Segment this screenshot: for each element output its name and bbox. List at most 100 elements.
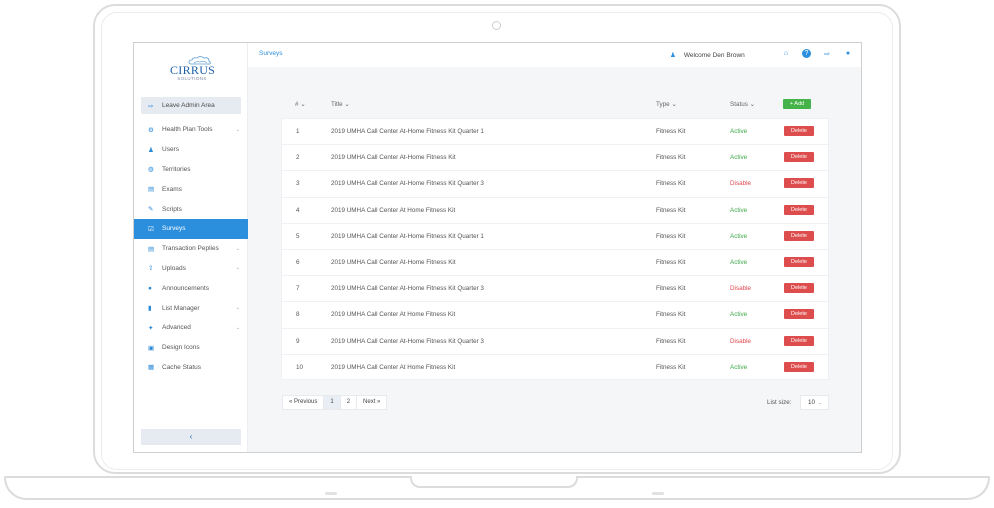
table-row[interactable]: 6 2019 UMHA Call Center At-Home Fitness K… (282, 250, 828, 277)
page-button[interactable]: 1 (323, 395, 341, 410)
row-title: 2019 UMHA Call Center At-Home Fitness Ki… (331, 154, 456, 162)
info-icon[interactable]: ● (843, 50, 853, 57)
sidebar-item-label: Announcements (162, 284, 209, 292)
sidebar-item-transaction-peplies[interactable]: ▤ Transaction Peplies ⌄ (134, 239, 248, 259)
row-number: 9 (296, 337, 300, 345)
chevron-down-icon: ⌄ (235, 324, 240, 331)
delete-button[interactable]: Delete (784, 283, 814, 294)
row-number: 5 (296, 232, 300, 240)
delete-button[interactable]: Delete (784, 361, 814, 372)
help-icon[interactable]: ? (802, 49, 811, 58)
info-icon: ● (148, 284, 152, 292)
laptop-notch (410, 476, 578, 488)
sidebar-item-surveys[interactable]: ☑ Surveys (134, 218, 248, 239)
globe-icon: ◍ (148, 166, 154, 174)
row-title: 2019 UMHA Call Center At Home Fitness Ki… (331, 311, 456, 319)
sidebar-item-design-icons[interactable]: ▣ Design Icons (134, 338, 248, 358)
row-title: 2019 UMHA Call Center At-Home Fitness Ki… (331, 285, 484, 293)
row-status: Active (730, 258, 748, 266)
topbar-icons: ⌂ ? ⇨ ● (781, 49, 861, 58)
column-header-status[interactable]: Status ⌄ (730, 101, 755, 108)
row-status: Active (730, 154, 748, 162)
sidebar-item-scripts[interactable]: ✎ Scripts (134, 199, 248, 219)
row-type: Fitness Kit (656, 154, 686, 162)
breadcrumb[interactable]: Surveys (259, 50, 282, 57)
chevron-down-icon: ⌄ (235, 265, 240, 272)
row-status: Disable (730, 180, 751, 188)
sidebar-item-health-plan-tools[interactable]: ⚙ Health Plan Tools ⌄ (134, 120, 248, 140)
list-size-select[interactable]: 10 ⌄ (800, 395, 829, 410)
sidebar-item-advanced[interactable]: ✦ Advanced ⌄ (134, 318, 248, 338)
row-title: 2019 UMHA Call Center At-Home Fitness Ki… (331, 180, 484, 188)
row-type: Fitness Kit (656, 180, 686, 188)
sidebar-item-label: Users (162, 146, 179, 154)
sidebar-item-list-manager[interactable]: ▮ List Manager ⌄ (134, 298, 248, 318)
delete-button[interactable]: Delete (784, 204, 814, 215)
sidebar-item-cache-status[interactable]: ▦ Cache Status (134, 358, 248, 378)
table-row[interactable]: 9 2019 UMHA Call Center At-Home Fitness K… (282, 329, 828, 355)
table-row[interactable]: 2 2019 UMHA Call Center At-Home Fitness K… (282, 145, 828, 172)
row-number: 4 (296, 206, 300, 214)
table-row[interactable]: 7 2019 UMHA Call Center At-Home Fitness K… (282, 276, 828, 303)
logo[interactable]: CIRRUS SOLUTIONS (170, 55, 215, 83)
delete-button[interactable]: Delete (784, 126, 814, 136)
sidebar-item-announcements[interactable]: ● Announcements (134, 278, 248, 298)
column-header-num[interactable]: # ⌄ (295, 101, 306, 108)
table-row[interactable]: 3 2019 UMHA Call Center At-Home Fitness K… (282, 171, 828, 198)
row-title: 2019 UMHA Call Center At-Home Fitness Ki… (331, 232, 484, 240)
laptop-foot (325, 492, 337, 495)
collapse-sidebar-button[interactable]: ‹ (141, 429, 241, 445)
survey-icon: ☑ (148, 225, 154, 233)
sidebar-item-uploads[interactable]: ⇪ Uploads ⌄ (134, 259, 248, 279)
row-number: 3 (296, 180, 300, 188)
row-number: 7 (296, 285, 300, 293)
bank-icon[interactable]: ⌂ (781, 50, 791, 57)
next-page-button[interactable]: Next » (356, 395, 388, 410)
image-icon: ▣ (148, 344, 155, 352)
row-status: Active (730, 206, 748, 214)
chevron-down-icon: ⌄ (235, 245, 240, 252)
delete-button[interactable]: Delete (784, 335, 814, 346)
welcome-text: Welcome Den Brown (683, 51, 745, 59)
row-status: Active (730, 363, 748, 371)
chevron-down-icon: ⌄ (818, 400, 822, 405)
welcome-user[interactable]: ♟ Welcome Den Brown (670, 51, 745, 60)
table-row[interactable]: 1 2019 UMHA Call Center At-Home Fitness K… (282, 119, 828, 146)
table-row[interactable]: 4 2019 UMHA Call Center At Home Fitness K… (282, 198, 828, 224)
delete-button[interactable]: Delete (784, 256, 814, 267)
sidebar-nav: ⚙ Health Plan Tools ⌄ ♟ Users ◍ Territories ▤ Ex… (134, 120, 248, 377)
row-title: 2019 UMHA Call Center At Home Fitness Ki… (331, 363, 456, 371)
leave-admin-button[interactable]: ⇨ Leave Admin Area (141, 97, 241, 114)
table-row[interactable]: 8 2019 UMHA Call Center At Home Fitness K… (282, 302, 828, 329)
delete-button[interactable]: Delete (784, 230, 814, 241)
row-type: Fitness Kit (656, 311, 686, 319)
column-header-type[interactable]: Type ⌄ (656, 101, 677, 108)
row-status: Active (730, 128, 748, 135)
delete-button[interactable]: Delete (784, 309, 814, 320)
sidebar-item-users[interactable]: ♟ Users (134, 140, 248, 160)
table-row[interactable]: 10 2019 UMHA Call Center At Home Fitness … (282, 355, 828, 381)
laptop-foot (652, 492, 664, 495)
sidebar: CIRRUS SOLUTIONS ⇨ Leave Admin Area ⚙ Hea… (134, 43, 248, 452)
previous-page-button[interactable]: « Previous (282, 395, 325, 410)
column-header-title[interactable]: Title ⌄ (331, 101, 350, 108)
logout-icon[interactable]: ⇨ (822, 50, 832, 58)
page-button[interactable]: 2 (339, 395, 358, 410)
user-icon: ♟ (148, 146, 154, 154)
add-button[interactable]: + Add (783, 99, 811, 109)
row-number: 1 (296, 128, 300, 135)
sidebar-item-label: Uploads (162, 264, 186, 272)
sidebar-item-label: Surveys (162, 225, 186, 233)
table-row[interactable]: 5 2019 UMHA Call Center At-Home Fitness K… (282, 224, 828, 250)
delete-button[interactable]: Delete (784, 152, 814, 163)
camera-icon (492, 21, 501, 30)
topbar: Surveys ♟ Welcome Den Brown ⌂ ? ⇨ ● (248, 43, 861, 67)
row-type: Fitness Kit (656, 206, 686, 214)
row-type: Fitness Kit (656, 258, 686, 266)
delete-button[interactable]: Delete (784, 178, 814, 189)
sidebar-item-exams[interactable]: ▤ Exams (134, 179, 248, 199)
sidebar-item-territories[interactable]: ◍ Territories (134, 160, 248, 180)
book-icon: ▮ (148, 305, 152, 313)
row-status: Disable (730, 337, 751, 345)
row-status: Active (730, 232, 748, 240)
